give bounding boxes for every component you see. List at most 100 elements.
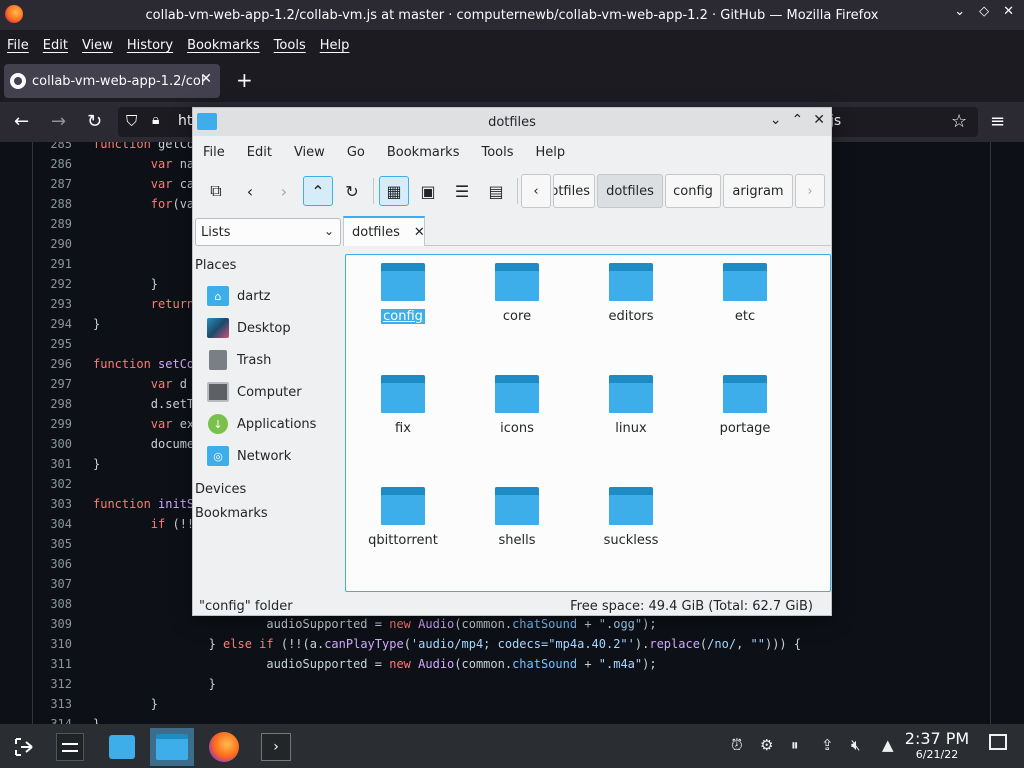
file-manager-title: dotfiles bbox=[488, 114, 536, 130]
fm-menu-go[interactable]: Go bbox=[347, 145, 365, 160]
volume-muted-icon[interactable]: 🔇︎ bbox=[851, 736, 860, 754]
code-text: function setCo bbox=[93, 357, 195, 371]
menu-help[interactable]: Help bbox=[320, 38, 350, 53]
breadcrumb-item-current[interactable]: dotfiles bbox=[597, 174, 663, 208]
code-text: function initS bbox=[93, 497, 195, 511]
folder-item[interactable]: editors bbox=[576, 255, 686, 345]
folder-item[interactable]: fix bbox=[348, 367, 458, 457]
media-pause-icon[interactable]: ⏸︎ bbox=[791, 736, 799, 754]
github-icon bbox=[10, 73, 26, 89]
breadcrumb-item[interactable]: arigram bbox=[723, 174, 793, 208]
folder-icon bbox=[381, 263, 425, 301]
forward-icon[interactable]: → bbox=[51, 111, 66, 132]
breadcrumb-right-icon[interactable]: › bbox=[795, 174, 825, 208]
clipboard-icon[interactable]: ⇪ bbox=[821, 736, 834, 754]
folder-item[interactable]: config bbox=[348, 255, 458, 345]
browser-tab[interactable]: collab-vm-web-app-1.2/col ✕ bbox=[4, 64, 220, 98]
up-icon[interactable]: ⌃ bbox=[303, 176, 333, 206]
dolphin-taskbar-icon[interactable] bbox=[150, 728, 194, 766]
folder-item[interactable]: shells bbox=[462, 479, 572, 569]
menu-view[interactable]: View bbox=[82, 38, 113, 53]
lock-icon[interactable]: 🔒︎ bbox=[152, 112, 159, 128]
fm-menu-tools[interactable]: Tools bbox=[481, 145, 513, 160]
reload-icon[interactable]: ↻ bbox=[87, 111, 102, 132]
line-number: 304 bbox=[50, 517, 72, 531]
place-dartz[interactable]: ⌂ dartz bbox=[207, 284, 270, 308]
new-window-icon[interactable]: ⧉ bbox=[201, 176, 231, 206]
place-applications[interactable]: ↓ Applications bbox=[207, 412, 316, 436]
firefox-taskbar-icon[interactable] bbox=[202, 728, 246, 766]
minimize-icon[interactable]: ⌄ bbox=[770, 112, 782, 128]
code-line: 312 } bbox=[0, 674, 1024, 694]
breadcrumb-item[interactable]: otfiles bbox=[553, 174, 595, 208]
code-text: docume bbox=[93, 437, 195, 451]
folder-icon bbox=[381, 487, 425, 525]
close-icon[interactable]: ✕ bbox=[1003, 4, 1014, 19]
fm-menu-edit[interactable]: Edit bbox=[247, 145, 272, 160]
back-icon[interactable]: ← bbox=[14, 111, 29, 132]
file-manager-tab[interactable]: dotfiles ✕ bbox=[343, 216, 425, 246]
maximize-icon[interactable]: ◇ bbox=[979, 4, 989, 19]
panel-select[interactable]: Lists ⌄ bbox=[195, 218, 341, 246]
menu-file[interactable]: File bbox=[7, 38, 29, 53]
line-number: 296 bbox=[50, 357, 72, 371]
fm-menu-bookmarks[interactable]: Bookmarks bbox=[387, 145, 460, 160]
new-tab-icon[interactable]: + bbox=[236, 68, 253, 92]
back-icon[interactable]: ‹ bbox=[235, 176, 265, 206]
folder-item[interactable]: icons bbox=[462, 367, 572, 457]
menu-tools[interactable]: Tools bbox=[274, 38, 306, 53]
folder-label: suckless bbox=[603, 533, 659, 548]
icons-view-icon[interactable]: ▦ bbox=[379, 176, 409, 206]
file-manager-titlebar: dotfiles ⌄ ⌃ ✕ bbox=[193, 108, 831, 136]
update-icon[interactable]: ⚙︎ bbox=[760, 736, 773, 754]
fm-menu-file[interactable]: File bbox=[203, 145, 225, 160]
menu-bookmarks[interactable]: Bookmarks bbox=[187, 38, 260, 53]
folder-item[interactable]: qbittorrent bbox=[348, 479, 458, 569]
tab-close-icon[interactable]: ✕ bbox=[200, 71, 212, 87]
shield-icon[interactable]: ⛉ bbox=[126, 112, 137, 130]
places-panel: Lists ⌄ Places ⌂ dartz Desktop Trash Com… bbox=[193, 216, 341, 596]
fm-menu-help[interactable]: Help bbox=[536, 145, 566, 160]
line-number: 292 bbox=[50, 277, 72, 291]
menu-history[interactable]: History bbox=[127, 38, 173, 53]
hamburger-menu-icon[interactable]: ≡ bbox=[990, 111, 1005, 132]
place-network[interactable]: ◎ Network bbox=[207, 444, 291, 468]
system-settings-icon[interactable] bbox=[48, 728, 92, 766]
folder-item[interactable]: etc bbox=[690, 255, 800, 345]
breadcrumb-item[interactable]: config bbox=[665, 174, 721, 208]
folder-icon bbox=[495, 263, 539, 301]
show-desktop-icon[interactable] bbox=[989, 734, 1007, 750]
forward-icon[interactable]: › bbox=[269, 176, 299, 206]
discover-icon[interactable] bbox=[100, 728, 144, 766]
menu-edit[interactable]: Edit bbox=[43, 38, 68, 53]
status-bar: "config" folder Free space: 49.4 GiB (To… bbox=[193, 596, 831, 616]
place-desktop[interactable]: Desktop bbox=[207, 316, 291, 340]
desktop-icon bbox=[207, 318, 229, 338]
breadcrumb-left-icon[interactable]: ‹ bbox=[521, 174, 551, 208]
maximize-icon[interactable]: ⌃ bbox=[792, 112, 804, 128]
reload-icon[interactable]: ↻ bbox=[337, 176, 367, 206]
code-text: var na bbox=[150, 157, 195, 171]
konsole-icon[interactable]: › bbox=[254, 728, 298, 766]
folder-label: icons bbox=[500, 421, 534, 436]
tray-expand-icon[interactable]: ▲ bbox=[882, 736, 894, 754]
folder-item[interactable]: portage bbox=[690, 367, 800, 457]
minimize-icon[interactable]: ⌄ bbox=[954, 4, 965, 19]
place-trash[interactable]: Trash bbox=[207, 348, 271, 372]
folder-icon bbox=[723, 263, 767, 301]
close-icon[interactable]: ✕ bbox=[813, 112, 825, 128]
details-view-icon[interactable]: ☰ bbox=[447, 176, 477, 206]
fm-menu-view[interactable]: View bbox=[294, 145, 325, 160]
folder-item[interactable]: suckless bbox=[576, 479, 686, 569]
clock[interactable]: 2:37 PM 6/21/22 bbox=[902, 730, 972, 762]
compact-view-icon[interactable]: ▤ bbox=[481, 176, 511, 206]
folder-item[interactable]: linux bbox=[576, 367, 686, 457]
launcher-icon[interactable] bbox=[2, 728, 46, 766]
tab-close-icon[interactable]: ✕ bbox=[414, 225, 425, 240]
bookmark-star-icon[interactable]: ☆ bbox=[951, 111, 967, 132]
notifications-icon[interactable]: ⏰︎ bbox=[731, 736, 743, 754]
line-number: 290 bbox=[50, 237, 72, 251]
preview-icon[interactable]: ▣ bbox=[413, 176, 443, 206]
place-computer[interactable]: Computer bbox=[207, 380, 302, 404]
folder-item[interactable]: core bbox=[462, 255, 572, 345]
